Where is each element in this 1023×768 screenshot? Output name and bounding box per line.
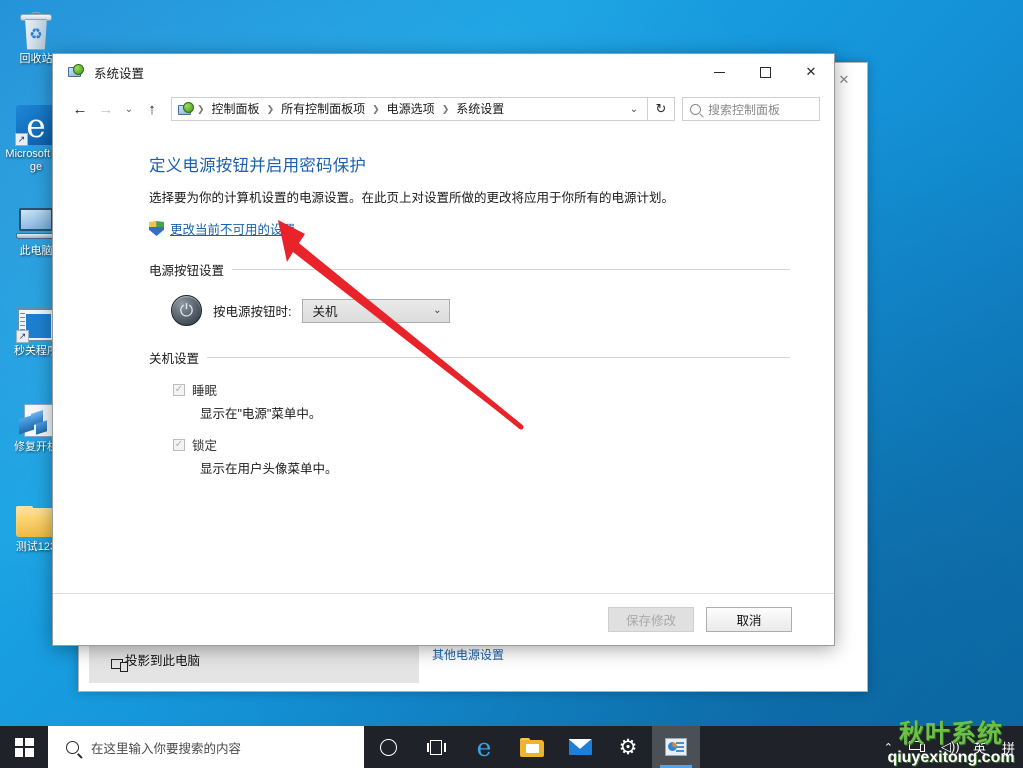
close-button[interactable]: ✕ <box>788 54 834 90</box>
sleep-checkbox[interactable]: ✓ <box>173 383 185 396</box>
windows-logo-icon <box>14 737 34 757</box>
presentation-icon <box>665 738 687 756</box>
sleep-description: 显示在"电源"菜单中。 <box>200 407 322 421</box>
lock-checkbox[interactable]: ✓ <box>173 438 185 451</box>
search-icon <box>66 740 79 754</box>
save-changes-button[interactable]: 保存修改 <box>608 607 694 632</box>
cortana-circle-icon <box>379 738 397 756</box>
search-control-panel-box[interactable]: 搜索控制面板 <box>682 97 820 121</box>
edge-icon: e <box>476 732 492 762</box>
breadcrumb-item-control-panel[interactable]: 控制面板 <box>206 99 266 119</box>
address-control-panel-icon <box>177 101 194 118</box>
presentation-taskbar-button[interactable] <box>652 726 700 768</box>
change-unavailable-settings-link[interactable]: 更改当前不可用的设置 <box>149 219 790 238</box>
watermark: 秋叶系统 qiuyexitong.com <box>883 722 1019 766</box>
edge-taskbar-button[interactable]: e <box>460 726 508 768</box>
shutdown-option-sleep: ✓ 睡眠 显示在"电源"菜单中。 <box>149 380 790 422</box>
group-header: 关机设置 <box>149 348 790 367</box>
mail-icon <box>568 739 592 755</box>
page-description: 选择要为你的计算机设置的电源设置。在此页上对设置所做的更改将应用于你所有的电源计… <box>149 191 675 205</box>
search-placeholder: 搜索控制面板 <box>708 102 781 117</box>
chevron-down-icon: ⌄ <box>433 305 442 316</box>
watermark-line2: qiuyexitong.com <box>887 749 1015 766</box>
chevron-down-icon[interactable]: ⌄ <box>623 104 645 115</box>
system-settings-window: 系统设置 ✕ ← → ⌄ ↑ ❯ 控制面板 ❯ 所有控制面板项 ❯ 电源选项 ❯… <box>52 53 835 646</box>
other-power-settings-link[interactable]: 其他电源设置 <box>432 646 504 663</box>
shutdown-settings-group: 关机设置 ✓ 睡眠 显示在"电源"菜单中。 ✓ 锁定 显示在用户头像菜单中。 <box>149 348 790 477</box>
sleep-label: 睡眠 <box>192 384 218 398</box>
breadcrumb-item-power-options[interactable]: 电源选项 <box>381 99 441 119</box>
search-icon <box>690 103 701 115</box>
back-button[interactable]: ← <box>67 96 93 122</box>
refresh-button[interactable]: ↻ <box>647 97 675 121</box>
power-button-action-dropdown[interactable]: 关机 ⌄ <box>302 298 451 323</box>
breadcrumb-separator: ❯ <box>266 103 275 114</box>
breadcrumb-separator: ❯ <box>197 103 205 114</box>
checkbox-row[interactable]: ✓ 睡眠 <box>173 380 790 399</box>
check-icon: ✓ <box>174 438 184 450</box>
group-title: 关机设置 <box>149 352 200 366</box>
up-button[interactable]: ↑ <box>139 96 165 122</box>
power-button-settings-group: 电源按钮设置 ⏻ 按电源按钮时: 关机 ⌄ <box>149 260 790 326</box>
task-view-icon <box>426 739 446 755</box>
uac-shield-icon <box>149 221 164 236</box>
page-title: 定义电源按钮并启用密码保护 <box>149 157 367 175</box>
cancel-button[interactable]: 取消 <box>706 607 792 632</box>
lock-label: 锁定 <box>192 439 218 453</box>
screen: ♻ 回收站 e ↗ Microsoft Edge 此电脑 ↗ 秒关程序 修复开机 … <box>0 0 1023 768</box>
group-header: 电源按钮设置 <box>149 260 790 279</box>
breadcrumb: ❯ 控制面板 ❯ 所有控制面板项 ❯ 电源选项 ❯ 系统设置 <box>196 99 623 119</box>
forward-button[interactable]: → <box>93 96 119 122</box>
menu-item-label: 投影到此电脑 <box>125 653 201 668</box>
gear-icon: ⚙ <box>618 735 638 759</box>
checkbox-row[interactable]: ✓ 锁定 <box>173 435 790 454</box>
control-panel-icon <box>67 63 85 81</box>
recycle-bin-icon: ♻ <box>5 8 67 50</box>
mail-taskbar-button[interactable] <box>556 726 604 768</box>
shutdown-option-lock: ✓ 锁定 显示在用户头像菜单中。 <box>149 435 790 477</box>
window-controls: ✕ <box>696 54 834 90</box>
group-divider <box>207 357 790 358</box>
group-title: 电源按钮设置 <box>149 264 225 278</box>
breadcrumb-separator: ❯ <box>372 103 380 114</box>
settings-taskbar-button[interactable]: ⚙ <box>604 726 652 768</box>
breadcrumb-item-system-settings[interactable]: 系统设置 <box>450 99 510 119</box>
start-button[interactable] <box>0 726 48 768</box>
taskbar-search-box[interactable]: 在这里输入你要搜索的内容 <box>48 726 364 768</box>
cortana-button[interactable] <box>364 726 412 768</box>
power-button-row: ⏻ 按电源按钮时: 关机 ⌄ <box>149 295 790 326</box>
file-explorer-taskbar-button[interactable] <box>508 726 556 768</box>
dropdown-value: 关机 <box>312 305 338 319</box>
window-title: 系统设置 <box>94 66 145 81</box>
power-icon: ⏻ <box>171 295 202 326</box>
titlebar[interactable]: 系统设置 ✕ <box>53 54 834 90</box>
task-view-button[interactable] <box>412 726 460 768</box>
navigation-bar: ← → ⌄ ↑ ❯ 控制面板 ❯ 所有控制面板项 ❯ 电源选项 ❯ 系统设置 ⌄… <box>53 90 834 128</box>
lock-description: 显示在用户头像菜单中。 <box>200 462 338 476</box>
folder-icon <box>520 737 544 757</box>
taskbar: 在这里输入你要搜索的内容 e ⚙ ⌃ ◁)) 英 拼 <box>0 726 1023 768</box>
power-button-label: 按电源按钮时: <box>213 305 292 319</box>
taskbar-search-placeholder: 在这里输入你要搜索的内容 <box>91 741 242 756</box>
breadcrumb-separator: ❯ <box>441 103 450 114</box>
uac-link-label: 更改当前不可用的设置 <box>170 223 296 237</box>
breadcrumb-item-all-items[interactable]: 所有控制面板项 <box>275 99 371 119</box>
check-icon: ✓ <box>174 383 184 395</box>
watermark-line1: 秋叶系统 <box>898 720 1003 748</box>
address-bar[interactable]: ❯ 控制面板 ❯ 所有控制面板项 ❯ 电源选项 ❯ 系统设置 ⌄ <box>171 97 648 121</box>
group-divider <box>232 269 790 270</box>
maximize-button[interactable] <box>742 54 788 90</box>
dialog-footer: 保存修改 取消 <box>53 593 834 645</box>
minimize-button[interactable] <box>696 54 742 90</box>
recent-locations-button[interactable]: ⌄ <box>119 96 139 122</box>
content-area: 定义电源按钮并启用密码保护 选择要为你的计算机设置的电源设置。在此页上对设置所做… <box>53 128 834 593</box>
